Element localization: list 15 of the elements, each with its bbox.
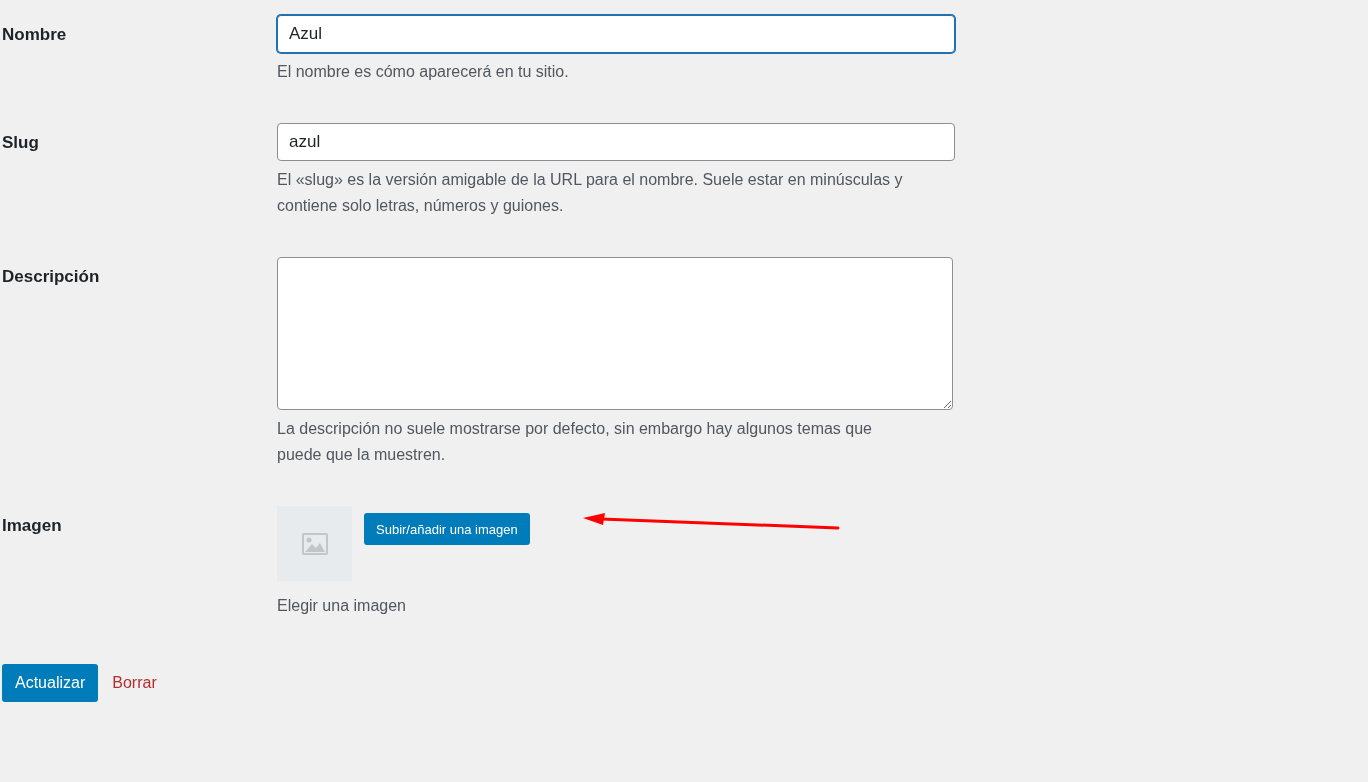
delete-link[interactable]: Borrar — [112, 674, 157, 692]
field-label: Nombre — [2, 24, 68, 46]
field-description: El nombre es cómo aparecerá en tu sitio. — [277, 62, 570, 82]
field-label: Imagen — [2, 515, 63, 537]
field-description: El «slug» es la versión amigable de la URL para el nombre. Suele estar en minúsculas y contiene solo letras, números y guiones. — [277, 170, 904, 216]
upload-image-button[interactable]: Subir/añadir una imagen — [364, 513, 530, 545]
field-label: Slug — [2, 132, 40, 154]
field-label: Descripción — [2, 266, 101, 288]
update-button[interactable]: Actualizar — [2, 664, 99, 702]
field-description: La descripción no suele mostrarse por defecto, sin embargo hay algunos temas que puede que la muestren. — [277, 419, 873, 465]
field-description: Elegir una imagen — [277, 596, 407, 616]
description-textarea[interactable] — [277, 257, 953, 410]
image-icon — [301, 532, 328, 555]
text-input[interactable]: Azul — [277, 15, 955, 53]
text-input[interactable]: azul — [277, 123, 955, 161]
